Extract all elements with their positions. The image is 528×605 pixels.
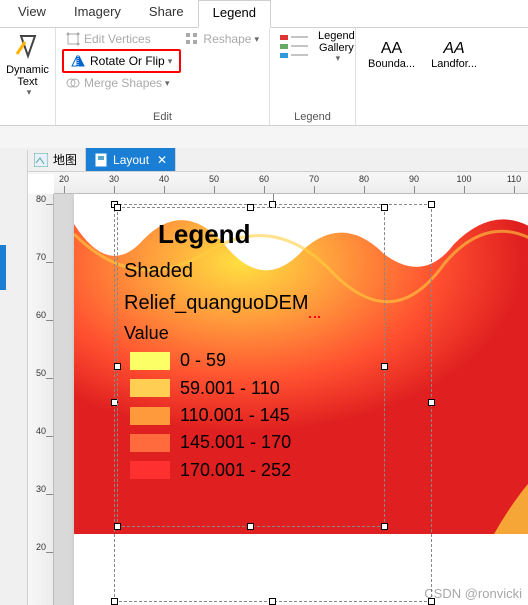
- ruler-tick: 90: [394, 174, 434, 184]
- layout-icon: [94, 153, 108, 167]
- style-landform[interactable]: AA Landfor...: [425, 38, 483, 72]
- legend-gallery-button[interactable]: Legend Gallery ▾: [314, 30, 359, 81]
- tab-imagery[interactable]: Imagery: [60, 0, 135, 27]
- ruler-tick: 60: [28, 310, 54, 330]
- document-tabs: 地图 Layout ✕: [0, 148, 528, 172]
- style-label: Landfor...: [431, 58, 477, 70]
- legend-element-selection[interactable]: Legend Shaded Relief_quanguoDEM Value 0 …: [117, 207, 385, 527]
- layout-canvas[interactable]: Legend Shaded Relief_quanguoDEM Value 0 …: [54, 194, 528, 605]
- ruler-tick: 80: [344, 174, 384, 184]
- edit-group-label: Edit: [62, 111, 263, 123]
- ruler-tick: 80: [28, 194, 54, 214]
- legend-layer-line2: Relief_quanguoDEM: [124, 290, 378, 318]
- ribbon-tab-strip: View Imagery Share Legend: [0, 0, 528, 28]
- ruler-tick: 20: [54, 174, 84, 184]
- legend-row: 0 - 59: [124, 349, 378, 372]
- legend-group-label: Legend: [276, 111, 349, 123]
- legend-swatch: [130, 379, 170, 397]
- ruler-tick: 40: [144, 174, 184, 184]
- ruler-tick: 30: [94, 174, 134, 184]
- watermark: CSDN @ronvicki: [424, 586, 522, 601]
- reshape-icon: [185, 32, 199, 46]
- legend-swatch: [130, 407, 170, 425]
- legend-swatch: [130, 352, 170, 370]
- doc-tab-layout-label: Layout: [113, 153, 149, 167]
- rotate-or-flip-button[interactable]: Rotate Or Flip ▾: [66, 52, 177, 70]
- legend-row: 145.001 - 170: [124, 431, 378, 454]
- ruler-vertical: 80 70 60 50 40 30 20: [28, 194, 54, 605]
- caret-icon: ▾: [336, 54, 341, 64]
- ruler-tick: 70: [294, 174, 334, 184]
- tab-legend[interactable]: Legend: [198, 0, 271, 28]
- rotate-or-flip-label: Rotate Or Flip: [90, 54, 165, 68]
- legend-title: Legend: [158, 218, 378, 252]
- ruler-tick: 50: [194, 174, 234, 184]
- tab-share[interactable]: Share: [135, 0, 198, 27]
- legend-swatch: [130, 461, 170, 479]
- merge-icon: [66, 76, 80, 90]
- tab-view[interactable]: View: [4, 0, 60, 27]
- legend-row: 110.001 - 145: [124, 404, 378, 427]
- legend-item-label: 59.001 - 110: [180, 377, 280, 400]
- reshape-button[interactable]: Reshape ▾: [181, 30, 263, 48]
- edit-vertices-button[interactable]: Edit Vertices: [62, 30, 181, 48]
- reshape-label: Reshape: [203, 32, 251, 46]
- ruler-tick: 30: [28, 484, 54, 504]
- ruler-horizontal: 20 30 40 50 60 70 80 90 100 110: [54, 174, 528, 194]
- caret-icon: ▾: [27, 88, 32, 98]
- map-icon: [34, 153, 48, 167]
- rotate-or-flip-highlight: Rotate Or Flip ▾: [62, 49, 181, 73]
- edit-vertices-icon: [66, 32, 80, 46]
- ruler-tick: 40: [28, 426, 54, 446]
- ruler-tick: 110: [494, 174, 528, 184]
- caret-icon: ▾: [165, 78, 170, 89]
- legend-item-label: 170.001 - 252: [180, 459, 291, 482]
- style-boundary[interactable]: AA Bounda...: [362, 38, 421, 72]
- flip-icon: [70, 54, 86, 68]
- edit-vertices-label: Edit Vertices: [84, 32, 151, 46]
- legend-layer-line1: Shaded: [124, 258, 378, 284]
- doc-tab-map-label: 地图: [53, 151, 77, 168]
- layout-view: 20 30 40 50 60 70 80 90 100 110 80 70 60 50 40 30 20: [28, 174, 528, 605]
- text-style-icon: AA: [381, 40, 402, 58]
- legend-item-label: 110.001 - 145: [180, 404, 290, 427]
- legend-item-label: 145.001 - 170: [180, 431, 291, 454]
- legend-row: 59.001 - 110: [124, 377, 378, 400]
- legend-gallery-label: Legend Gallery: [318, 30, 355, 54]
- legend-items-icon: [280, 33, 310, 73]
- ruler-tick: 100: [444, 174, 484, 184]
- caret-icon: ▾: [254, 34, 259, 45]
- ruler-tick: 20: [28, 542, 54, 562]
- ribbon-body: Dynamic Text ▾ Edit Vertices Rotate Or F…: [0, 28, 528, 126]
- ruler-tick: 50: [28, 368, 54, 388]
- caret-icon: ▾: [168, 56, 173, 67]
- side-tab-indicator[interactable]: [0, 245, 6, 290]
- ruler-tick: 60: [244, 174, 284, 184]
- close-icon[interactable]: ✕: [157, 153, 167, 167]
- dynamic-text-icon: [13, 32, 43, 62]
- legend-items: 0 - 59 59.001 - 110 110.001 - 145 145.001 -…: [124, 349, 378, 482]
- legend-value-header: Value: [124, 322, 378, 345]
- ruler-tick: 70: [28, 252, 54, 272]
- dynamic-text-button[interactable]: Dynamic Text ▾: [6, 30, 49, 100]
- dynamic-text-label: Dynamic Text: [6, 64, 49, 88]
- style-label: Bounda...: [368, 58, 415, 70]
- merge-shapes-label: Merge Shapes: [84, 76, 162, 90]
- doc-tab-layout[interactable]: Layout ✕: [86, 148, 176, 171]
- legend-row: 170.001 - 252: [124, 459, 378, 482]
- legend-swatch: [130, 434, 170, 452]
- legend-patch-gallery[interactable]: [276, 30, 314, 81]
- side-panel: [0, 150, 28, 605]
- merge-shapes-button[interactable]: Merge Shapes ▾: [62, 74, 181, 92]
- legend-item-label: 0 - 59: [180, 349, 226, 372]
- text-style-icon: AA: [443, 40, 464, 58]
- legend-element[interactable]: Legend Shaded Relief_quanguoDEM Value 0 …: [118, 208, 384, 496]
